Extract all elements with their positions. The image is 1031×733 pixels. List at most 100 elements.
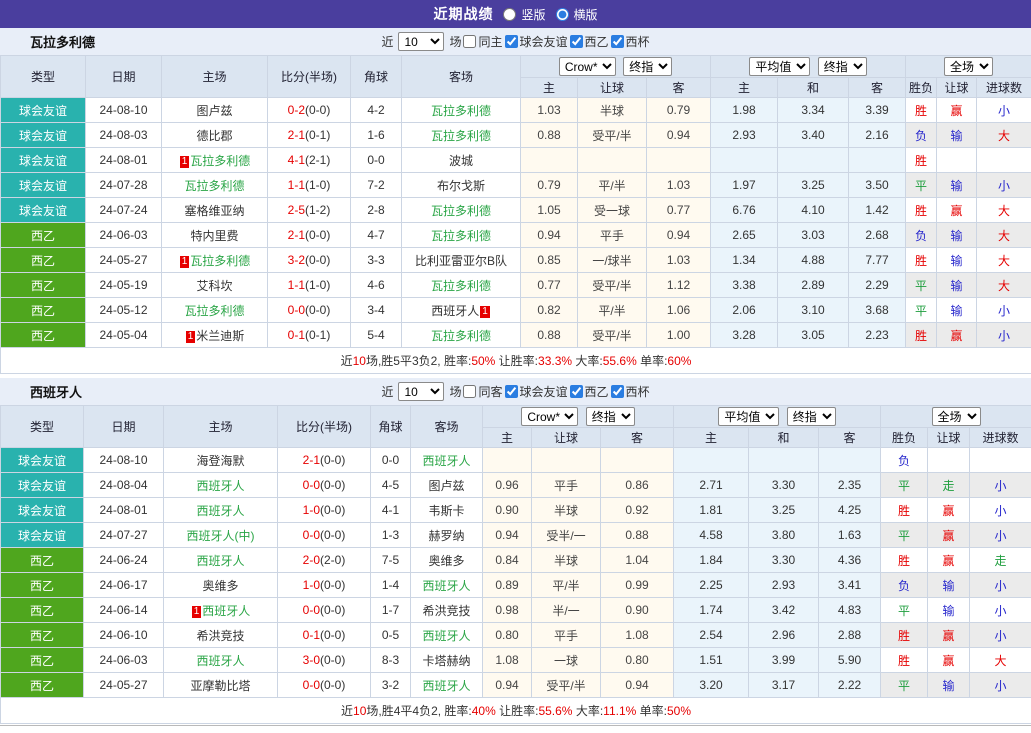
team-name[interactable]: 德比郡 bbox=[196, 129, 232, 143]
halftime-score: (1-0) bbox=[305, 178, 331, 192]
halftime-score: (0-0) bbox=[320, 678, 346, 692]
team-name[interactable]: 瓦拉多利德 bbox=[431, 204, 491, 218]
team-name[interactable]: 西班牙人 bbox=[202, 604, 250, 618]
segunda-checkbox[interactable] bbox=[569, 385, 583, 398]
team-name[interactable]: 瓦拉多利德 bbox=[190, 154, 250, 168]
segunda-checkbox[interactable] bbox=[569, 35, 583, 48]
team-name[interactable]: 特内里费 bbox=[190, 229, 238, 243]
avg-draw-cell: 3.05 bbox=[777, 322, 850, 348]
team-name[interactable]: 赫罗纳 bbox=[428, 529, 464, 543]
corner-cell: 5-4 bbox=[350, 322, 402, 348]
corner-cell: 1-6 bbox=[350, 122, 402, 148]
avg-home-cell: 2.93 bbox=[710, 122, 779, 148]
team-name[interactable]: 西班牙人 bbox=[422, 679, 470, 693]
odds-home-cell: 0.84 bbox=[482, 547, 532, 573]
filter-segunda[interactable]: 西乙 bbox=[569, 33, 609, 50]
vertical-layout-radio[interactable] bbox=[503, 7, 517, 21]
team-name[interactable]: 西班牙人 bbox=[422, 579, 470, 593]
same-away-checkbox[interactable] bbox=[463, 385, 477, 398]
team-name[interactable]: 瓦拉多利德 bbox=[431, 279, 491, 293]
avg-company-select[interactable]: 平均值 bbox=[718, 407, 780, 426]
filter-club-friendly[interactable]: 球会友谊 bbox=[504, 33, 568, 50]
date-cell: 24-08-03 bbox=[85, 122, 162, 148]
match-type-badge: 球会友谊 bbox=[0, 522, 84, 548]
rounds-select[interactable]: 10 bbox=[398, 382, 445, 401]
team-name[interactable]: 希洪竞技 bbox=[196, 629, 244, 643]
copa-checkbox[interactable] bbox=[610, 385, 624, 398]
avg-stage-select[interactable]: 终指 bbox=[786, 407, 836, 426]
goals-result-cell: 大 bbox=[976, 197, 1031, 223]
avg-away-cell: 4.83 bbox=[818, 597, 882, 623]
odds-stage-select[interactable]: 终指 bbox=[585, 407, 635, 426]
team-name[interactable]: 波城 bbox=[449, 154, 473, 168]
corner-cell: 4-7 bbox=[350, 222, 402, 248]
filter-same-away[interactable]: 同客 bbox=[463, 383, 503, 400]
club-friendly-checkbox[interactable] bbox=[504, 35, 518, 48]
home-team-cell: 西班牙人 bbox=[163, 497, 278, 523]
result-cell: 胜 bbox=[905, 147, 938, 173]
odds-home-cell: 0.89 bbox=[482, 572, 532, 598]
team-name[interactable]: 韦斯卡 bbox=[428, 504, 464, 518]
same-home-checkbox[interactable] bbox=[463, 35, 477, 48]
team-name[interactable]: 西班牙人 bbox=[196, 654, 244, 668]
team-name[interactable]: 塞格维亚纳 bbox=[184, 204, 244, 218]
team-name[interactable]: 奥维多 bbox=[202, 579, 238, 593]
handicap-cell: 受平/半 bbox=[531, 672, 601, 698]
summary-segment: 让胜率: bbox=[495, 704, 539, 718]
club-friendly-checkbox[interactable] bbox=[504, 385, 518, 398]
team-name[interactable]: 瓦拉多利德 bbox=[431, 329, 491, 343]
team-name[interactable]: 比利亚雷亚尔B队 bbox=[415, 254, 507, 268]
team-name[interactable]: 瓦拉多利德 bbox=[184, 179, 244, 193]
date-cell: 24-06-03 bbox=[83, 647, 164, 673]
team-name[interactable]: 亚摩勒比塔 bbox=[190, 679, 250, 693]
team-name[interactable]: 希洪竞技 bbox=[422, 604, 470, 618]
handicap-result-cell: 赢 bbox=[927, 622, 971, 648]
result-cell: 胜 bbox=[905, 97, 938, 123]
team-name[interactable]: 西班牙人 bbox=[422, 629, 470, 643]
team-name[interactable]: 西班牙人(中) bbox=[187, 529, 255, 543]
team-name[interactable]: 瓦拉多利德 bbox=[431, 104, 491, 118]
away-team-cell: 波城 bbox=[401, 147, 521, 173]
layout-option-horizontal[interactable]: 横版 bbox=[555, 6, 598, 23]
team-name[interactable]: 图卢兹 bbox=[428, 479, 464, 493]
team-name[interactable]: 瓦拉多利德 bbox=[431, 229, 491, 243]
team-name[interactable]: 西班牙人 bbox=[196, 479, 244, 493]
filter-copa[interactable]: 西杯 bbox=[610, 33, 650, 50]
copa-checkbox[interactable] bbox=[610, 35, 624, 48]
scope-select[interactable]: 全场 bbox=[944, 57, 994, 76]
team-name[interactable]: 西班牙人 bbox=[422, 454, 470, 468]
team-name[interactable]: 图卢兹 bbox=[196, 104, 232, 118]
filter-same-home[interactable]: 同主 bbox=[463, 33, 503, 50]
team-name[interactable]: 西班牙人 bbox=[196, 554, 244, 568]
rounds-select[interactable]: 10 bbox=[398, 32, 445, 51]
team-name[interactable]: 布尔戈斯 bbox=[437, 179, 485, 193]
team-name[interactable]: 西班牙人 bbox=[431, 304, 479, 318]
team-name[interactable]: 卡塔赫纳 bbox=[422, 654, 470, 668]
layout-option-vertical[interactable]: 竖版 bbox=[503, 6, 546, 23]
team-name[interactable]: 米兰迪斯 bbox=[196, 329, 244, 343]
team-name[interactable]: 瓦拉多利德 bbox=[184, 304, 244, 318]
filter-club-friendly[interactable]: 球会友谊 bbox=[504, 383, 568, 400]
filter-segunda[interactable]: 西乙 bbox=[569, 383, 609, 400]
team-name[interactable]: 海登海默 bbox=[196, 454, 244, 468]
score-cell: 0-1(0-1) bbox=[267, 322, 351, 348]
avg-home-cell bbox=[673, 447, 750, 473]
odds-away-cell: 1.12 bbox=[645, 272, 712, 298]
scope-select[interactable]: 全场 bbox=[931, 407, 981, 426]
halftime-score: (0-0) bbox=[305, 228, 331, 242]
corner-cell: 0-5 bbox=[370, 622, 411, 648]
team-name[interactable]: 西班牙人 bbox=[196, 504, 244, 518]
avg-stage-select[interactable]: 终指 bbox=[817, 57, 867, 76]
team-name[interactable]: 瓦拉多利德 bbox=[431, 129, 491, 143]
odds-company-select[interactable]: Crow* bbox=[521, 407, 579, 426]
odds-stage-select[interactable]: 终指 bbox=[623, 57, 673, 76]
handicap-cell: 一球 bbox=[531, 647, 601, 673]
filter-copa[interactable]: 西杯 bbox=[610, 383, 650, 400]
date-cell: 24-06-24 bbox=[83, 547, 164, 573]
horizontal-layout-radio[interactable] bbox=[555, 7, 569, 21]
odds-company-select[interactable]: Crow* bbox=[558, 57, 616, 76]
team-name[interactable]: 瓦拉多利德 bbox=[190, 254, 250, 268]
team-name[interactable]: 艾科坎 bbox=[196, 279, 232, 293]
team-name[interactable]: 奥维多 bbox=[428, 554, 464, 568]
avg-company-select[interactable]: 平均值 bbox=[749, 57, 811, 76]
